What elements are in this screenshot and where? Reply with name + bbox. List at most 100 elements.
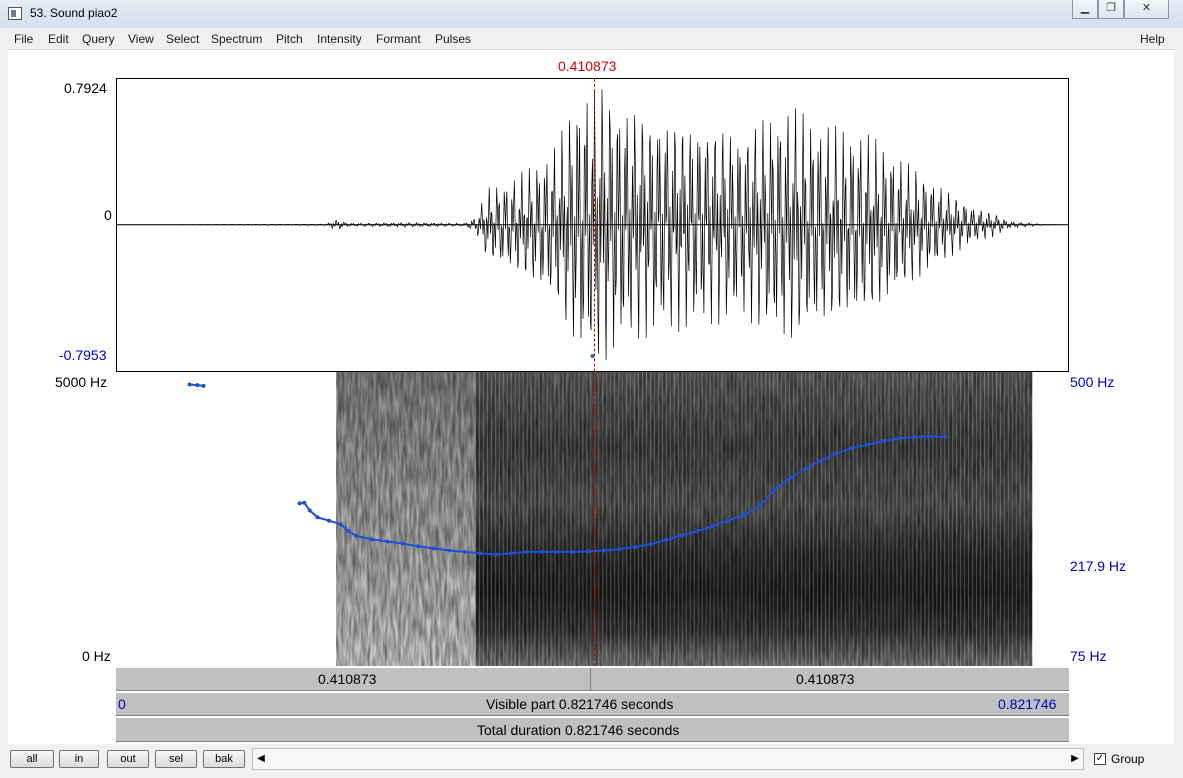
restore-button[interactable]: ❐ [1098, 0, 1124, 19]
pitch-point [315, 515, 320, 520]
zoom-in-button[interactable]: in [59, 750, 99, 768]
pitch-point [881, 439, 886, 444]
pitch-mid-label: 217.9 Hz [1070, 558, 1127, 574]
pitch-point [400, 541, 405, 546]
pitch-point [201, 383, 206, 388]
pitch-point [803, 466, 808, 471]
pitch-point [555, 549, 560, 554]
pitch-point [524, 549, 529, 554]
zoom-selection-button[interactable]: sel [155, 750, 197, 768]
pitch-point [369, 537, 374, 542]
pitch-max-label: 500 Hz [1070, 374, 1115, 390]
pitch-point [772, 487, 777, 492]
waveform-max-label: 0.7924 [64, 80, 107, 96]
pitch-point [338, 522, 343, 527]
pitch-point [850, 446, 855, 451]
menu-view[interactable]: View [128, 32, 154, 46]
spectrogram-min-label: 0 Hz [82, 648, 111, 664]
menu-pitch[interactable]: Pitch [276, 32, 303, 46]
pitch-point [617, 547, 622, 552]
menu-query[interactable]: Query [82, 32, 115, 46]
left-segment-duration: 0.410873 [318, 671, 377, 687]
pitch-point [187, 382, 192, 387]
pitch-point [788, 475, 793, 480]
pitch-point [195, 383, 200, 388]
visible-start-label: 0 [118, 696, 126, 712]
right-segment-duration: 0.410873 [796, 671, 855, 687]
pitch-point [757, 504, 762, 509]
title-bar[interactable]: 53. Sound piao2 ▁ ❐ ✕ [0, 0, 1183, 28]
pitch-point [586, 549, 591, 554]
total-duration-bar[interactable]: Total duration 0.821746 seconds [116, 717, 1069, 742]
selection-time-bar[interactable]: 0.410873 0.410873 [116, 667, 1069, 691]
pitch-min-label: 75 Hz [1070, 648, 1107, 664]
window-title: 53. Sound piao2 [30, 6, 118, 20]
minimize-icon: ▁ [1080, 2, 1090, 14]
menu-pulses[interactable]: Pulses [435, 32, 471, 46]
pitch-point [695, 529, 700, 534]
scroll-right-icon[interactable]: ▶ [1068, 752, 1082, 766]
editor-content: 0.410873 0.7924 0 -0.7953 5000 Hz 0 Hz 5… [8, 50, 1174, 744]
time-scrollbar[interactable]: ◀ ▶ [252, 748, 1084, 770]
pitch-point [540, 549, 545, 554]
waveform-zero-label: 0 [104, 207, 112, 223]
pitch-point [602, 548, 607, 553]
visible-part-label: Visible part 0.821746 seconds [486, 696, 674, 712]
waveform-panel[interactable] [116, 78, 1069, 372]
menu-spectrum[interactable]: Spectrum [211, 32, 262, 46]
pitch-point [679, 533, 684, 538]
app-icon [8, 7, 22, 20]
pitch-point [819, 458, 824, 463]
pitch-point [509, 551, 514, 556]
menu-formant[interactable]: Formant [376, 32, 421, 46]
cursor-line [593, 79, 595, 666]
segment-divider [590, 668, 591, 690]
minimize-button[interactable]: ▁ [1072, 0, 1098, 19]
visible-part-bar[interactable]: Visible part 0.821746 seconds [116, 692, 1069, 716]
pitch-point [493, 552, 498, 557]
bottom-toolbar: all in out sel bak ◀ ▶ ✓ Group [0, 744, 1183, 778]
zoom-all-button[interactable]: all [10, 750, 54, 768]
menu-select[interactable]: Select [166, 32, 199, 46]
pitch-point [346, 529, 351, 534]
pitch-point [865, 442, 870, 447]
waveform-plot [117, 89, 1068, 361]
cursor-time-label: 0.410873 [558, 58, 617, 74]
scroll-left-icon[interactable]: ◀ [254, 752, 268, 766]
pitch-point [912, 435, 917, 440]
pitch-point [927, 434, 932, 439]
pitch-point [431, 546, 436, 551]
pitch-point [416, 544, 421, 549]
pitch-point [633, 545, 638, 550]
pitch-point [741, 513, 746, 518]
pitch-point [726, 518, 731, 523]
pitch-point [302, 500, 307, 505]
pitch-point [327, 518, 332, 523]
sound-editor-window: 53. Sound piao2 ▁ ❐ ✕ File Edit Query Vi… [0, 0, 1183, 778]
pitch-point [447, 548, 452, 553]
close-icon: ✕ [1141, 2, 1152, 14]
menu-edit[interactable]: Edit [48, 32, 69, 46]
pitch-point [307, 508, 312, 513]
menu-file[interactable]: File [14, 32, 33, 46]
zoom-back-button[interactable]: bak [203, 750, 245, 768]
pitch-point [462, 549, 467, 554]
spectrogram-max-label: 5000 Hz [55, 374, 108, 390]
group-checkbox[interactable]: ✓ [1094, 753, 1106, 765]
close-button[interactable]: ✕ [1124, 0, 1169, 19]
pitch-point [710, 524, 715, 529]
check-icon: ✓ [1095, 753, 1105, 764]
pitch-point [943, 435, 948, 440]
spectrogram-panel[interactable] [116, 372, 1069, 666]
pitch-point [354, 533, 359, 538]
group-label: Group [1111, 752, 1145, 766]
menu-intensity[interactable]: Intensity [317, 32, 362, 46]
total-duration-label: Total duration 0.821746 seconds [477, 722, 680, 738]
spectrogram-plot [187, 372, 1033, 666]
spectrogram-texture [336, 372, 1033, 666]
menu-bar: File Edit Query View Select Spectrum Pit… [8, 29, 1174, 50]
restore-icon: ❐ [1106, 2, 1116, 14]
pitch-point [571, 549, 576, 554]
zoom-out-button[interactable]: out [107, 750, 149, 768]
menu-help[interactable]: Help [1140, 32, 1165, 46]
